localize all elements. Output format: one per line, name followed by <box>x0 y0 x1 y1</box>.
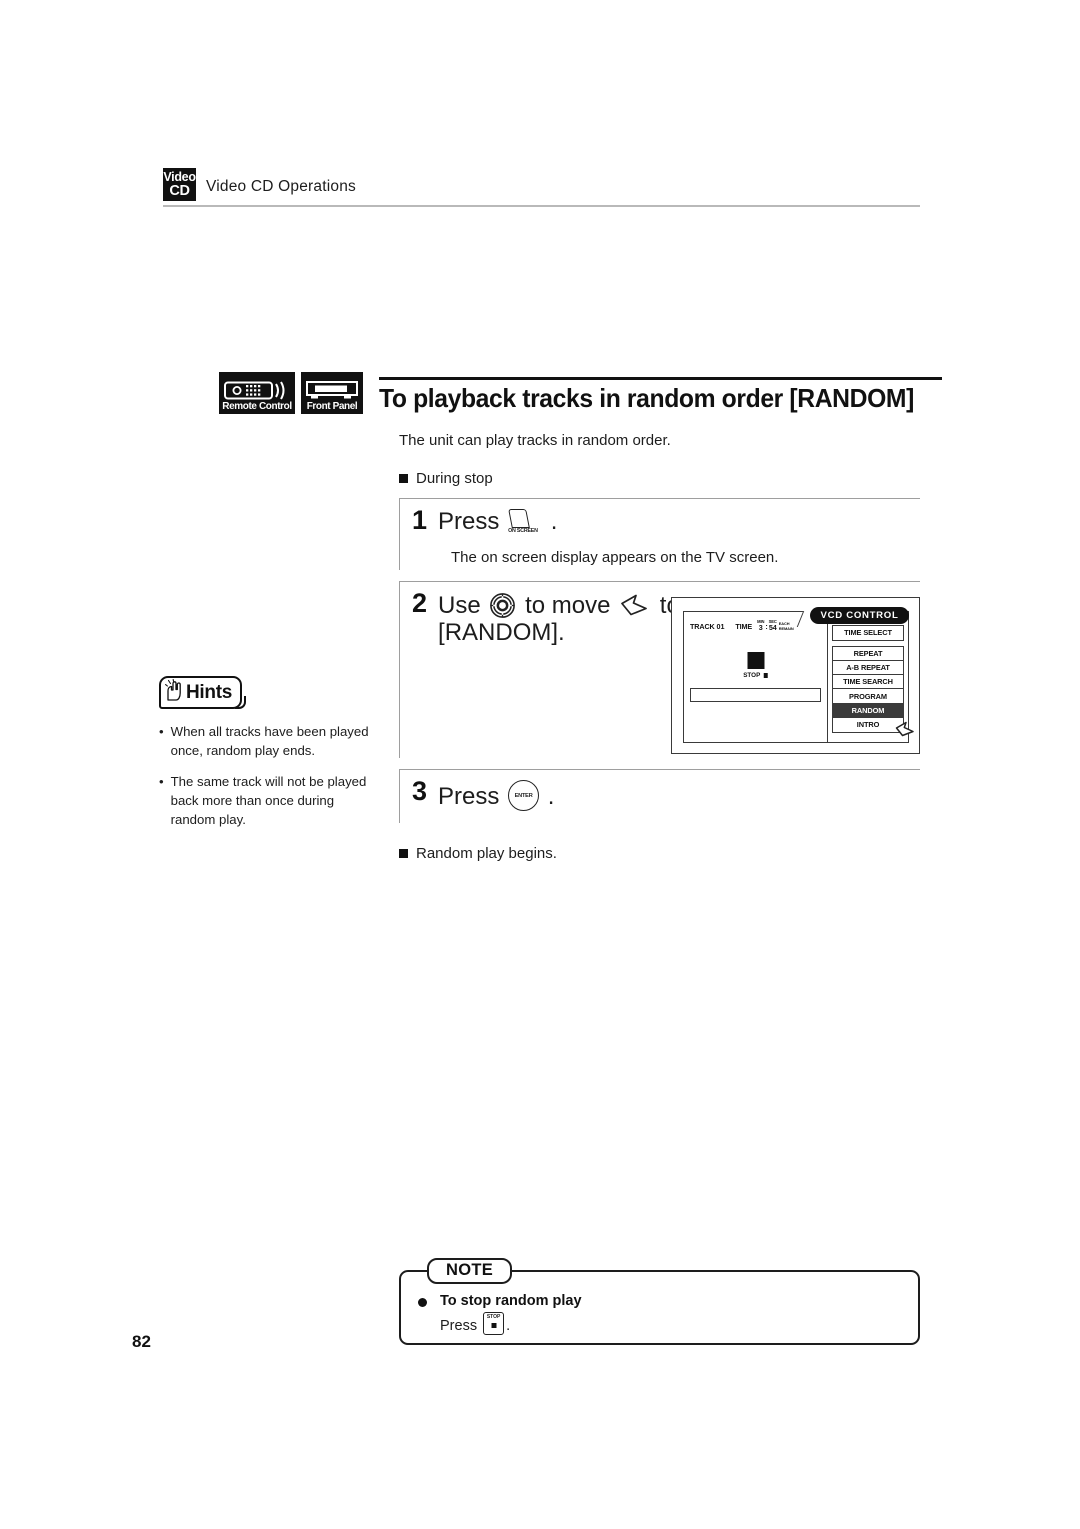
hints-list: • When all tracks have been played once,… <box>159 723 380 830</box>
badge-line-1: Video <box>163 170 196 184</box>
section-title-rule: To playback tracks in random order [RAND… <box>379 377 943 414</box>
step-3: 3 Press ENTER . <box>399 769 920 823</box>
header-title: Video CD Operations <box>206 178 356 195</box>
hints-label: Hints <box>186 681 233 703</box>
osd-button-repeat[interactable]: REPEAT <box>832 645 904 662</box>
step-1-verb: Press <box>438 508 500 535</box>
hint-bullet-icon: • <box>159 774 164 790</box>
osd-time-label: TIME <box>735 622 753 632</box>
hints-block: Hints • When all tracks have been played… <box>159 676 380 843</box>
condition-heading: During stop <box>399 470 920 487</box>
step-2-verb: Use <box>438 592 481 619</box>
hint-item: • The same track will not be played back… <box>159 773 380 829</box>
running-header: Video CD Video CD Operations <box>163 168 920 207</box>
osd-cursor-pointer-icon <box>895 721 915 739</box>
step-2-number: 2 <box>412 588 428 618</box>
osd-sec-group: SEC 54 <box>768 619 777 633</box>
note-bullet-icon <box>418 1298 427 1307</box>
badge-line-2: CD <box>169 182 190 199</box>
osd-playback-area: TRACK 01 TIME MIN 3 : SEC 54 EACH REMAIN <box>684 612 828 742</box>
osd-stop-square-icon <box>763 673 768 678</box>
osd-stop-label: STOP <box>743 672 761 679</box>
note-title: To stop random play <box>440 1293 582 1309</box>
step-2-target: [RANDOM]. <box>438 618 565 646</box>
result-label: Random play begins. <box>416 845 557 862</box>
page-number: 82 <box>132 1332 151 1351</box>
cursor-pointer-icon <box>620 594 650 618</box>
osd-stop-status: STOP <box>743 672 768 679</box>
step-3-number: 3 <box>412 776 428 806</box>
osd-each-remain: EACH REMAIN <box>778 621 794 631</box>
result-heading: Random play begins. <box>399 845 920 862</box>
hand-pointing-icon <box>165 679 184 706</box>
osd-button-program[interactable]: PROGRAM <box>832 688 904 704</box>
osd-track-label: TRACK 01 <box>690 622 725 632</box>
note-press-verb: Press <box>440 1318 478 1334</box>
step-3-text: Press ENTER . <box>438 779 554 811</box>
step-1: 1 Press ON SCREEN . The on screen displa… <box>399 498 920 570</box>
note-instruction: Press STOP . <box>440 1312 582 1335</box>
stop-key-label: STOP <box>486 1314 501 1320</box>
osd-time-minutes: 3 <box>758 623 763 633</box>
osd-button-random[interactable]: RANDOM <box>832 702 904 719</box>
step-2-middle: to move <box>525 592 611 619</box>
hint-bullet-icon: • <box>159 724 164 739</box>
intro-text: The unit can play tracks in random order… <box>399 432 671 449</box>
hints-tab: Hints <box>159 676 247 709</box>
osd-stop-block-icon <box>747 652 764 669</box>
osd-panel-title: VCD CONTROL <box>810 607 909 624</box>
osd-remain-label: REMAIN <box>778 625 794 631</box>
remote-control-tag: Remote Control <box>219 372 295 414</box>
step-1-number: 1 <box>412 505 428 535</box>
section-title: To playback tracks in random order [RAND… <box>379 383 914 413</box>
step-1-period: . <box>550 508 558 535</box>
remote-control-tag-label: Remote Control <box>222 401 292 412</box>
stop-key-icon: STOP <box>483 1312 505 1335</box>
jog-dial-key-icon <box>489 592 516 619</box>
note-period: . <box>506 1318 511 1334</box>
stop-key-square-icon <box>491 1323 497 1328</box>
note-tab-label: NOTE <box>427 1258 513 1284</box>
square-bullet-icon <box>399 474 408 483</box>
section-title-block: Remote Control Front Panel To playback t… <box>219 372 943 414</box>
front-panel-icon <box>306 380 358 400</box>
osd-button-time-search[interactable]: TIME SEARCH <box>832 674 904 690</box>
hint-text: The same track will not be played back m… <box>170 774 367 827</box>
osd-button-intro[interactable]: INTRO <box>832 716 904 733</box>
osd-illustration: TRACK 01 TIME MIN 3 : SEC 54 EACH REMAIN <box>671 597 920 754</box>
step-1-text: Press ON SCREEN . <box>438 508 557 536</box>
square-bullet-icon-2 <box>399 849 408 858</box>
hint-text: When all tracks have been played once, r… <box>170 724 369 758</box>
osd-min-group: MIN 3 <box>757 619 764 633</box>
condition-label: During stop <box>416 470 493 487</box>
on-screen-key-icon: ON SCREEN <box>508 509 542 535</box>
front-panel-tag-label: Front Panel <box>306 401 358 412</box>
on-screen-key-label: ON SCREEN <box>508 528 538 535</box>
step-2-text: Use to move to [RANDOM]. <box>438 591 680 647</box>
remote-control-icon <box>224 380 290 400</box>
osd-button-ab-repeat[interactable]: A-B REPEAT <box>832 659 904 676</box>
osd-time-seconds: 54 <box>768 623 777 633</box>
video-cd-badge-icon: Video CD <box>163 168 196 201</box>
osd-screen: TRACK 01 TIME MIN 3 : SEC 54 EACH REMAIN <box>683 611 909 743</box>
step-3-period: . <box>547 783 555 810</box>
step-3-verb: Press <box>438 783 500 810</box>
step-1-description: The on screen display appears on the TV … <box>451 548 779 566</box>
osd-button-time-select[interactable]: TIME SELECT <box>832 625 904 641</box>
osd-progress-bar <box>690 688 821 702</box>
front-panel-tag: Front Panel <box>301 372 363 414</box>
note-body: To stop random play Press STOP . <box>418 1293 906 1335</box>
enter-key-icon: ENTER <box>508 780 540 811</box>
hint-item: • When all tracks have been played once,… <box>159 723 380 760</box>
enter-key-label: ENTER <box>514 792 533 799</box>
note-box: NOTE To stop random play Press STOP . <box>399 1258 920 1345</box>
